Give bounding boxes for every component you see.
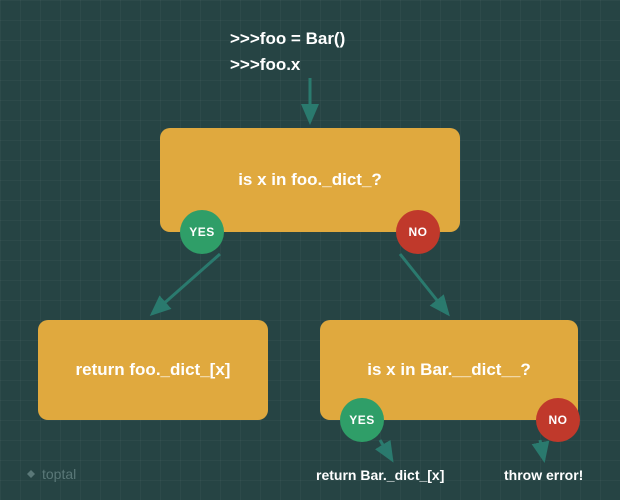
yes-badge-1: YES	[180, 210, 224, 254]
decision-text: is x in foo._dict_?	[238, 170, 382, 190]
toptal-icon	[24, 467, 38, 481]
result-throw-error: throw error!	[504, 467, 583, 483]
code-line-1: >>>foo = Bar()	[230, 26, 345, 52]
code-header: >>>foo = Bar() >>>foo.x	[230, 26, 345, 77]
brand-logo: toptal	[24, 466, 76, 482]
code-line-2: >>>foo.x	[230, 52, 345, 78]
result-box-return-foo: return foo._dict_[x]	[38, 320, 268, 420]
no-badge-1: NO	[396, 210, 440, 254]
brand-name: toptal	[42, 466, 76, 482]
yes-badge-2: YES	[340, 398, 384, 442]
decision-text: is x in Bar.__dict__?	[367, 360, 530, 380]
result-text: return foo._dict_[x]	[76, 360, 231, 380]
result-return-bar: return Bar._dict_[x]	[316, 467, 444, 483]
no-badge-2: NO	[536, 398, 580, 442]
